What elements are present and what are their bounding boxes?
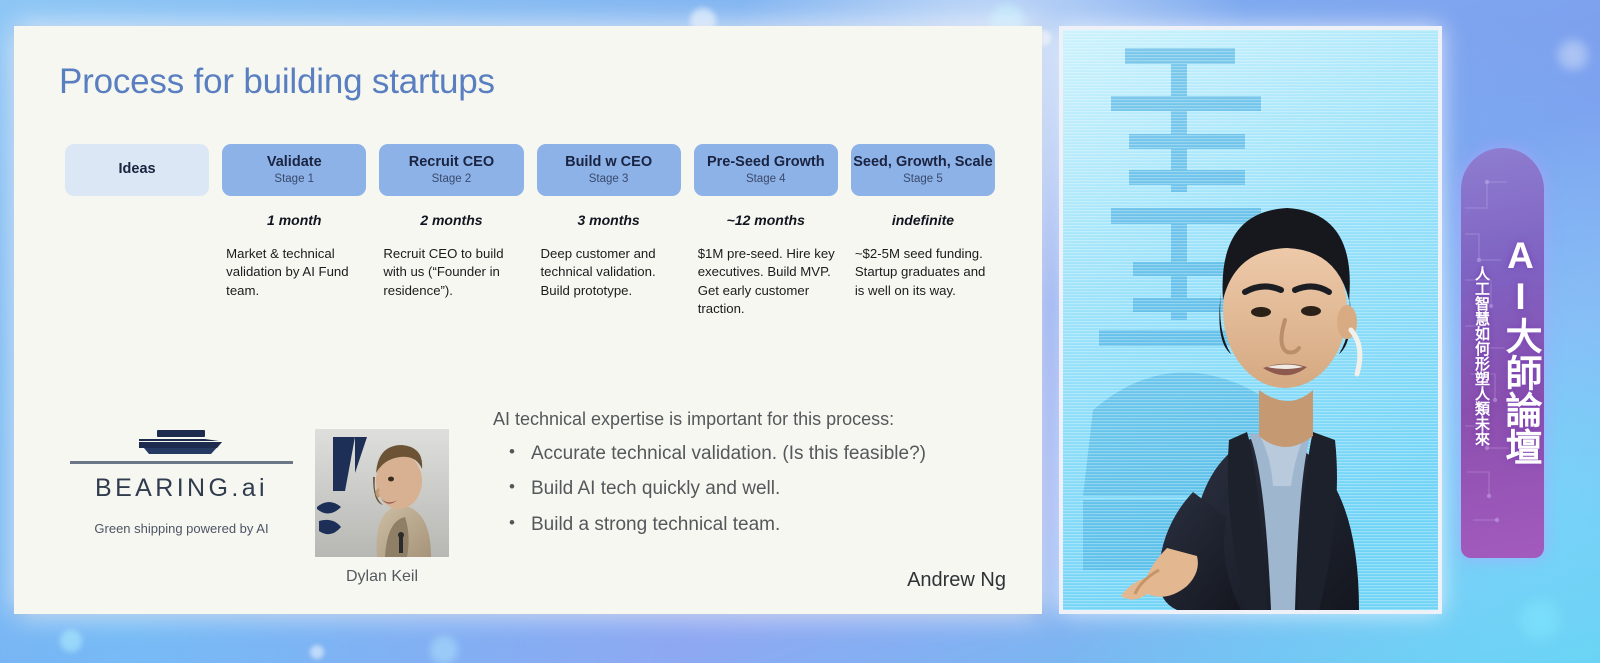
- presentation-slide: Process for building startups Ideas Vali…: [14, 26, 1042, 614]
- bullet-text: Accurate technical validation. (Is this …: [531, 443, 926, 464]
- stage-box-build-w-ceo[interactable]: Build w CEO Stage 3: [536, 144, 681, 196]
- stage-duration: 1 month: [267, 212, 322, 228]
- stage-description: $1M pre-seed. Hire key executives. Build…: [697, 246, 835, 317]
- bullet-text: Build a strong technical team.: [531, 513, 781, 535]
- stage-box-validate[interactable]: Validate Stage 1: [222, 144, 367, 196]
- bokeh-particle: [1520, 600, 1560, 640]
- bullet-text: Build AI tech quickly and well.: [531, 478, 781, 500]
- stage-box-pre-seed-growth[interactable]: Pre-Seed Growth Stage 4: [693, 144, 838, 196]
- bullet-icon: •: [509, 477, 515, 497]
- stage-label: Stage 3: [588, 172, 629, 185]
- stage-name: Validate: [266, 153, 322, 170]
- stage-duration: 3 months: [577, 212, 640, 228]
- logo-tagline: Green shipping powered by AI: [94, 520, 269, 536]
- stage-description: Recruit CEO to build with us (“Founder i…: [383, 246, 504, 298]
- stage-duration: ~12 months: [726, 212, 805, 228]
- event-banner: AI大師論壇 人工智慧如何形塑人類未來: [1461, 148, 1544, 558]
- list-item: • Accurate technical validation. (Is thi…: [493, 439, 1003, 468]
- presenter-signature: Andrew Ng: [907, 569, 1006, 591]
- stage-box-recruit-ceo[interactable]: Recruit CEO Stage 2: [379, 144, 524, 196]
- banner-title: AI大師論壇: [1500, 235, 1541, 465]
- bearing-ai-logo: BEARING.ai Green shipping powered by AI: [69, 428, 294, 536]
- stage-box-seed-growth-scale[interactable]: Seed, Growth, Scale Stage 5: [850, 144, 996, 196]
- stage-name: Ideas: [118, 161, 156, 178]
- list-item: • Build AI tech quickly and well.: [493, 474, 1003, 503]
- stage-label: Stage 1: [274, 172, 315, 185]
- stage-name: Seed, Growth, Scale: [853, 153, 993, 170]
- bokeh-particle: [60, 630, 82, 652]
- portrait-caption: Dylan Keil: [345, 568, 419, 585]
- list-item: • Build a strong technical team.: [493, 510, 1003, 539]
- speaker-video: [1063, 30, 1438, 610]
- stage-name: Recruit CEO: [408, 153, 495, 170]
- stage-label: Stage 4: [745, 172, 786, 185]
- callout-block: AI technical expertise is important for …: [493, 409, 1003, 545]
- stage-column-build-w-ceo: Build w CEO Stage 3 3 months Deep custom…: [536, 144, 681, 374]
- bullet-icon: •: [509, 442, 515, 461]
- stage-column-pre-seed-growth: Pre-Seed Growth Stage 4 ~12 months $1M p…: [693, 144, 838, 374]
- logo-divider: [70, 461, 293, 464]
- stage-box-ideas[interactable]: Ideas: [65, 144, 210, 196]
- stage-description: Market & technical validation by AI Fund…: [226, 246, 349, 298]
- stage-label: Stage 2: [431, 172, 472, 185]
- stage-column-seed-growth-scale: Seed, Growth, Scale Stage 5 indefinite ~…: [850, 144, 996, 374]
- bokeh-particle: [1558, 40, 1588, 70]
- stage-description: Deep customer and technical validation. …: [540, 246, 656, 298]
- slide-title: Process for building startups: [59, 62, 495, 101]
- stage-column-ideas: Ideas: [65, 144, 210, 374]
- speaker-image: [1063, 30, 1438, 610]
- stage-name: Pre-Seed Growth: [706, 153, 825, 170]
- stage-column-validate: Validate Stage 1 1 month Market & techni…: [222, 144, 367, 374]
- portrait-photo: [315, 429, 449, 557]
- stage-duration: indefinite: [891, 212, 955, 228]
- bullet-icon: •: [509, 512, 515, 532]
- callout-lead: AI technical expertise is important for …: [493, 409, 895, 429]
- ship-icon: [138, 430, 222, 454]
- stage-duration: 2 months: [420, 212, 483, 228]
- speaker-video-panel: [1059, 26, 1442, 614]
- stage-label: Stage 5: [903, 172, 943, 185]
- bokeh-particle: [310, 645, 324, 659]
- stage-name: Build w CEO: [565, 153, 653, 170]
- banner-subtitle: 人工智慧如何形塑人類未來: [1473, 266, 1490, 446]
- portrait-block: Dylan Keil: [315, 429, 449, 586]
- process-stage-row: Ideas Validate Stage 1 1 month Market & …: [65, 144, 996, 374]
- bokeh-particle: [430, 636, 458, 663]
- logo-wordmark: BEARING.ai: [95, 473, 268, 502]
- stage-column-recruit-ceo: Recruit CEO Stage 2 2 months Recruit CEO…: [379, 144, 524, 374]
- stage-description: ~$2-5M seed funding. Startup graduates a…: [854, 246, 986, 298]
